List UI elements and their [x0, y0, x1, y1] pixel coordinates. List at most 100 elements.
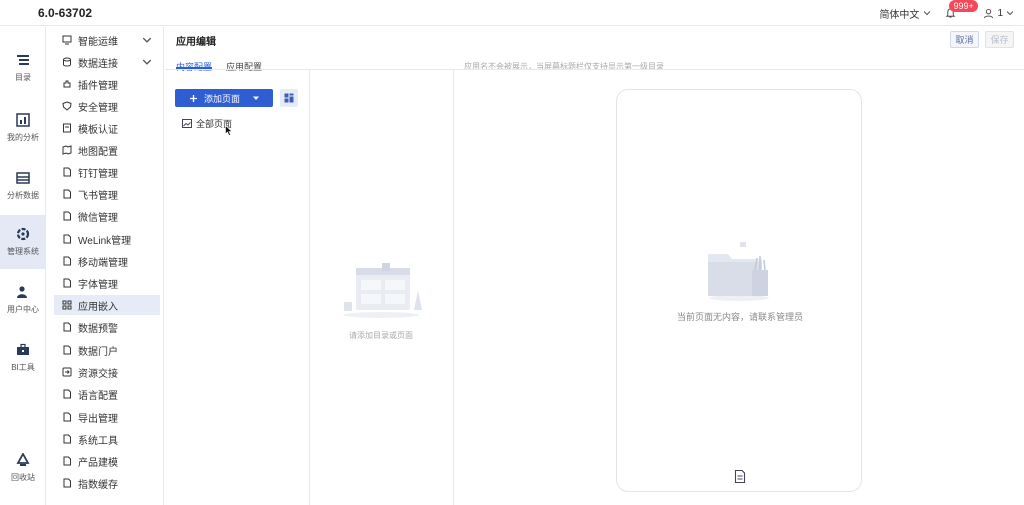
menu-item-label: 数据连接 — [78, 58, 118, 70]
top-right-tools: 简体中文 999+ 1 — [879, 0, 1014, 22]
rail-item-system-management[interactable]: 管理系统 — [0, 215, 46, 269]
menu-item-label: 飞书管理 — [78, 190, 118, 202]
rail-item-label: BI工具 — [11, 363, 35, 372]
menu-item-label: 导出管理 — [78, 413, 118, 425]
menu-item-feishu[interactable]: 飞书管理 — [54, 184, 160, 204]
menu-item-wechat[interactable]: 微信管理 — [54, 206, 160, 226]
menu-item-map-config[interactable]: 地图配置 — [54, 140, 160, 160]
add-page-label: 添加页面 — [204, 93, 241, 104]
image-page-icon — [182, 119, 192, 128]
caret-down-icon — [253, 96, 260, 100]
menu-item-data-connection[interactable]: 数据连接 — [54, 52, 160, 72]
tab-app-config[interactable]: 应用配置 — [226, 60, 262, 73]
database-icon — [63, 57, 71, 67]
rail-item-catalog[interactable]: 目录 — [0, 41, 46, 95]
menu-item-mobile[interactable]: 移动端管理 — [54, 251, 160, 271]
version-label: 6.0-63702 — [38, 6, 93, 20]
shield-icon — [62, 101, 72, 111]
empty-middle-text: 请添加目录或页面 — [349, 331, 413, 340]
menu-item-dingtalk[interactable]: 钉钉管理 — [54, 162, 160, 182]
apps-icon — [62, 300, 72, 310]
save-button[interactable]: 保存 — [985, 31, 1014, 48]
menu-item-template-cert[interactable]: 模板认证 — [54, 118, 160, 138]
menu-item-label: 应用嵌入 — [78, 301, 118, 313]
language-label: 简体中文 — [879, 9, 920, 21]
page-title: 应用编辑 — [176, 37, 216, 48]
file-icon — [63, 167, 71, 177]
menu-item-label: 插件管理 — [78, 80, 118, 92]
toolbox-icon — [17, 343, 29, 355]
menu-item-product-modeling[interactable]: 产品建模 — [54, 451, 160, 471]
page-info-button[interactable] — [734, 469, 746, 486]
rail-item-analysis-data[interactable]: 分析数据 — [0, 159, 46, 213]
user-menu[interactable]: 1 — [983, 8, 1014, 19]
menu-item-data-portal[interactable]: 数据门户 — [54, 340, 160, 360]
primary-nav-rail: 目录 我的分析 分析数据 管理系统 用户中心 BI工具 回收站 — [0, 27, 46, 505]
menu-item-label: 安全管理 — [78, 102, 118, 114]
column-divider — [309, 70, 310, 505]
menu-item-label: 语言配置 — [78, 390, 118, 402]
rail-item-label: 回收站 — [11, 473, 35, 482]
cancel-button[interactable]: 取消 — [950, 31, 979, 48]
language-selector[interactable]: 简体中文 — [879, 6, 931, 21]
plus-icon — [190, 94, 197, 102]
menu-item-smart-ops[interactable]: 智能运维 — [54, 30, 160, 50]
notification-button[interactable]: 999+ — [941, 0, 978, 22]
menu-item-label: 字体管理 — [78, 279, 118, 291]
plugin-icon — [63, 80, 71, 88]
user-count: 1 — [997, 7, 1003, 19]
menu-item-plugins[interactable]: 插件管理 — [54, 74, 160, 94]
rail-item-label: 管理系统 — [7, 247, 39, 256]
menu-item-index-cache[interactable]: 指数缓存 — [54, 473, 160, 493]
file-icon — [63, 478, 71, 488]
rail-item-bi-tools[interactable]: BI工具 — [0, 331, 46, 385]
grid-icon — [284, 93, 294, 103]
certificate-icon — [63, 123, 71, 133]
menu-item-resource-handover[interactable]: 资源交接 — [54, 362, 160, 382]
rail-item-my-analysis[interactable]: 我的分析 — [0, 101, 46, 155]
rail-item-label: 用户中心 — [7, 305, 39, 314]
rail-item-label: 我的分析 — [7, 133, 39, 142]
secondary-menu: 智能运维 数据连接 插件管理 安全管理 模板认证 地图配置 钉钉管理 飞书管理 … — [46, 27, 164, 505]
menu-item-app-embed[interactable]: 应用嵌入 — [54, 295, 160, 315]
menu-item-system-tools[interactable]: 系统工具 — [54, 429, 160, 449]
analysis-icon — [16, 113, 30, 127]
file-icon — [63, 278, 71, 288]
file-icon — [63, 434, 71, 444]
chevron-down-icon — [924, 11, 931, 16]
menu-item-security[interactable]: 安全管理 — [54, 96, 160, 116]
menu-item-fonts[interactable]: 字体管理 — [54, 273, 160, 293]
file-icon — [63, 256, 71, 266]
rail-item-recycle-bin[interactable]: 回收站 — [0, 441, 46, 495]
empty-board-icon — [343, 263, 422, 318]
menu-item-label: WeLink管理 — [78, 235, 132, 247]
notification-badge: 999+ — [949, 0, 978, 12]
menu-item-label: 地图配置 — [78, 146, 118, 158]
column-divider — [453, 70, 454, 505]
menu-item-data-alert[interactable]: 数据预警 — [54, 317, 160, 337]
user-icon — [17, 286, 27, 298]
menu-item-label: 移动端管理 — [78, 257, 128, 269]
table-icon — [16, 172, 30, 184]
handover-icon — [62, 367, 72, 377]
add-page-button[interactable]: 添加页面 — [175, 89, 273, 107]
menu-item-language-config[interactable]: 语言配置 — [54, 384, 160, 404]
document-icon — [734, 469, 746, 484]
file-icon — [63, 345, 71, 355]
rail-item-label: 分析数据 — [7, 191, 39, 200]
recycle-icon — [16, 453, 30, 466]
notice-text: 应用名不会被展示，当屏幕标题栏仅支持显示第一级目录 — [464, 62, 664, 71]
menu-item-label: 指数缓存 — [78, 479, 118, 491]
rail-item-user-center[interactable]: 用户中心 — [0, 273, 46, 327]
menu-item-welink[interactable]: WeLink管理 — [54, 229, 160, 249]
chevron-down-icon — [142, 59, 152, 65]
list-icon — [17, 55, 29, 65]
menu-item-label: 系统工具 — [78, 435, 118, 447]
layout-toggle-button[interactable] — [280, 89, 298, 107]
file-icon — [63, 211, 71, 221]
menu-item-label: 产品建模 — [78, 457, 118, 469]
menu-item-export[interactable]: 导出管理 — [54, 407, 160, 427]
file-icon — [63, 234, 71, 244]
empty-folder-icon — [708, 242, 769, 301]
header-divider — [165, 69, 1024, 70]
